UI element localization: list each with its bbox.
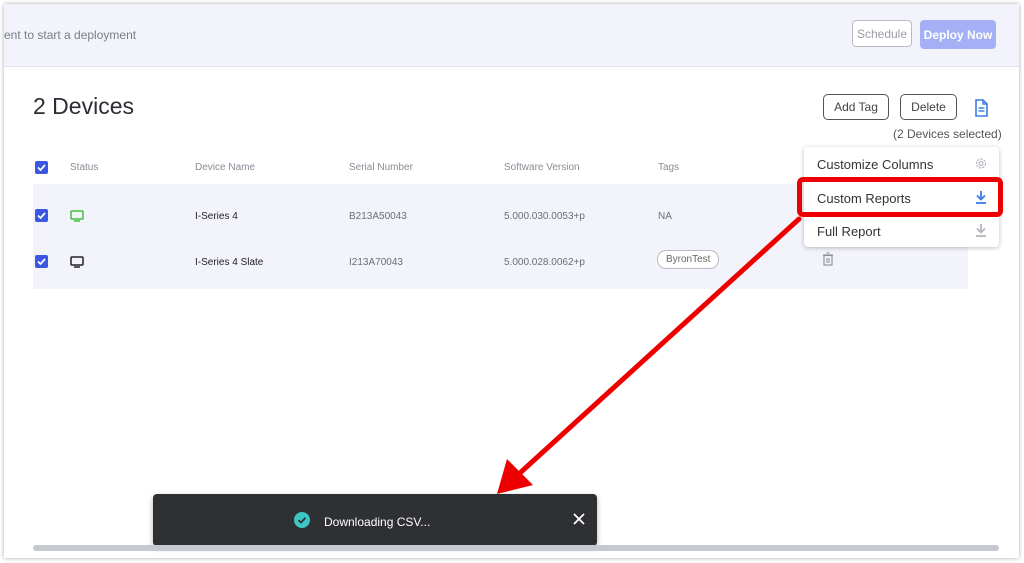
toast-message: Downloading CSV... bbox=[324, 515, 431, 529]
app-window: ent to start a deployment Schedule Deplo… bbox=[4, 4, 1019, 558]
close-icon[interactable] bbox=[573, 513, 585, 525]
download-toast: Downloading CSV... bbox=[153, 494, 597, 546]
check-circle-icon bbox=[294, 512, 310, 528]
annotation-arrow bbox=[497, 216, 802, 494]
horizontal-scrollbar[interactable] bbox=[33, 545, 999, 551]
